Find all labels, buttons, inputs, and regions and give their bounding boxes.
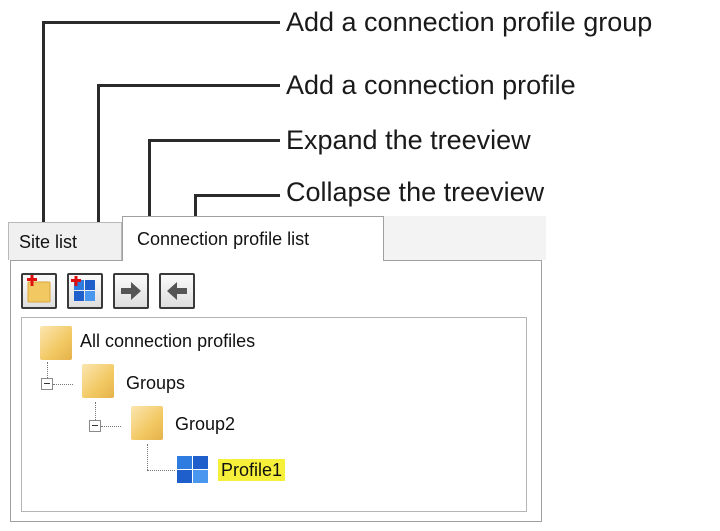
add-group-button[interactable] <box>21 273 57 309</box>
tree-connector <box>147 470 175 471</box>
profile-icon <box>177 456 208 483</box>
expand-treeview-button[interactable] <box>113 273 149 309</box>
folder-add-icon <box>27 275 51 303</box>
arrow-left-icon <box>167 282 187 300</box>
folder-icon <box>82 364 114 398</box>
tree-connector <box>53 384 73 385</box>
add-profile-button[interactable] <box>67 273 103 309</box>
callout-add-profile: Add a connection profile <box>286 70 576 100</box>
tab-site-list[interactable]: Site list <box>8 222 122 260</box>
profile-add-icon <box>71 276 95 301</box>
folder-icon <box>131 406 163 440</box>
tree-node-all-profiles[interactable]: All connection profiles <box>80 330 255 352</box>
tree-connector <box>101 426 121 427</box>
folder-icon <box>40 326 72 360</box>
collapse-node-icon[interactable] <box>89 420 101 432</box>
tab-bar: Site list Connection profile list <box>8 216 546 261</box>
tree-node-profile1[interactable]: Profile1 <box>218 459 286 481</box>
tab-connection-profile-list[interactable]: Connection profile list <box>122 216 384 261</box>
callout-add-group: Add a connection profile group <box>286 7 653 37</box>
collapse-node-icon[interactable] <box>41 378 53 390</box>
callout-collapse: Collapse the treeview <box>286 177 545 207</box>
connection-profile-panel: All connection profiles Groups Group2 Pr… <box>10 260 542 522</box>
collapse-treeview-button[interactable] <box>159 273 195 309</box>
arrow-right-icon <box>121 282 141 300</box>
callout-expand: Expand the treeview <box>286 125 531 155</box>
tree-node-group2[interactable]: Group2 <box>175 413 235 435</box>
tree-connector <box>147 444 148 470</box>
tree-node-groups[interactable]: Groups <box>126 372 185 394</box>
tab-strip-background <box>384 216 546 260</box>
profile-treeview[interactable]: All connection profiles Groups Group2 Pr… <box>21 317 527 512</box>
